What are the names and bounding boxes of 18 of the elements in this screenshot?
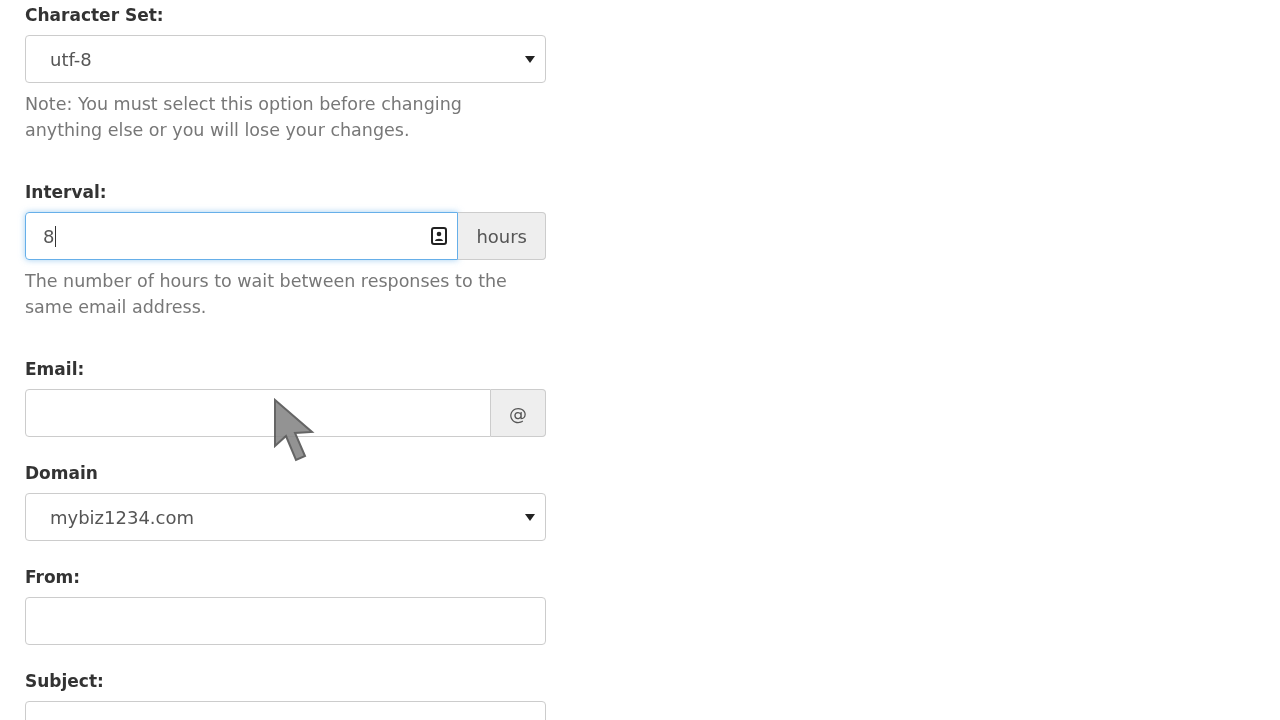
input-field[interactable]: 8	[25, 212, 459, 260]
caret-icon	[525, 55, 535, 63]
select-field[interactable]: mybiz1234.com	[25, 493, 546, 541]
field-label: Character Set:	[25, 4, 165, 26]
field-label: Subject:	[25, 670, 105, 692]
help-text: The number of hours to wait between responses to the same email address.	[25, 270, 508, 319]
field-label: Email:	[25, 358, 86, 380]
field-label: Interval:	[25, 181, 108, 203]
help-text: Note: You must select this option before changing anything else or you will lose your changes.	[25, 93, 463, 142]
contact-card-icon[interactable]	[431, 227, 448, 245]
select-field[interactable]: utf-8	[25, 35, 546, 83]
field-label: From:	[25, 566, 82, 588]
input-field[interactable]	[25, 597, 546, 645]
field-label: Domain	[25, 462, 99, 484]
input-addon: hours	[458, 212, 546, 260]
input-field[interactable]	[25, 389, 491, 437]
input-addon: @	[491, 389, 546, 437]
caret-icon	[525, 513, 535, 521]
